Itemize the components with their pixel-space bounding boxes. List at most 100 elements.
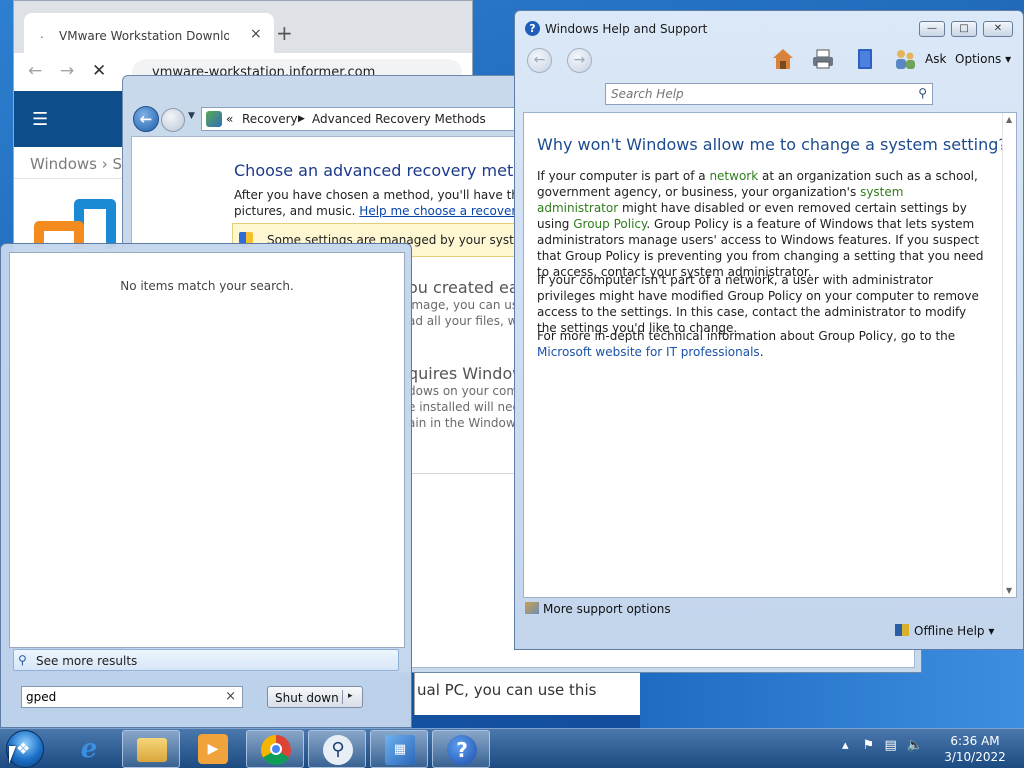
forward-arrow-icon[interactable]: →: [60, 61, 74, 81]
action-center-flag-icon[interactable]: ⚑: [863, 738, 875, 753]
minimize-button[interactable]: —: [919, 21, 945, 37]
home-icon[interactable]: [771, 47, 795, 71]
breadcrumb-overflow[interactable]: «: [226, 112, 233, 126]
shutdown-options-arrow-icon[interactable]: ▸: [348, 691, 353, 701]
tab-close-icon[interactable]: ×: [250, 26, 262, 42]
vmware-logo-icon: [34, 199, 116, 249]
hamburger-menu-icon[interactable]: ☰: [32, 109, 48, 130]
close-button[interactable]: ✕: [983, 21, 1013, 37]
internet-explorer-icon: e: [80, 734, 98, 764]
option-title-restore-image[interactable]: ou created earl: [408, 278, 530, 297]
help-window[interactable]: ? Windows Help and Support — □ ✕ ← → Ask…: [514, 10, 1024, 650]
background-window-text: ual PC, you can use this: [417, 681, 597, 699]
media-player-icon: ▶: [198, 734, 228, 764]
taskbar-help-and-support[interactable]: ?: [432, 730, 490, 768]
option-desc-line: dows on your comp: [408, 384, 526, 398]
help-back-icon[interactable]: ←: [527, 48, 552, 73]
support-icon: [525, 602, 539, 614]
show-hidden-icons-icon[interactable]: ▴: [842, 738, 849, 753]
print-icon[interactable]: [811, 47, 835, 71]
taskbar-internet-explorer[interactable]: e: [60, 730, 118, 768]
desktop: . VMware Workstation Download × + ← → ✕ …: [0, 0, 1024, 728]
taskbar-chrome[interactable]: [246, 730, 304, 768]
article-paragraph-2: If your computer isn't part of a network…: [537, 273, 979, 335]
more-support-label: More support options: [543, 602, 671, 616]
intro-text-prefix: pictures, and music.: [234, 204, 360, 218]
breadcrumb-recovery[interactable]: Recovery: [242, 112, 298, 126]
maximize-button[interactable]: □: [951, 21, 977, 37]
network-icon[interactable]: ▤: [884, 738, 896, 753]
ask-button[interactable]: Ask: [925, 52, 946, 66]
option-desc-line: e installed will need: [408, 400, 528, 414]
scroll-down-icon[interactable]: ▼: [1006, 586, 1012, 595]
help-article: Why won't Windows allow me to change a s…: [523, 112, 1017, 598]
tab-title: VMware Workstation Download: [59, 29, 229, 43]
taskbar-media-player[interactable]: ▶: [184, 730, 242, 768]
offline-help-menu[interactable]: Offline Help ▾: [895, 624, 994, 638]
article-title: Why won't Windows allow me to change a s…: [537, 135, 1007, 154]
article-text: If your computer is part of a: [537, 169, 710, 183]
see-more-results-button[interactable]: ⚲ See more results: [13, 649, 399, 671]
help-search-box[interactable]: ⚲: [605, 83, 933, 105]
group-policy-link[interactable]: Group Policy: [573, 217, 646, 231]
clock-date: 3/10/2022: [944, 750, 1006, 764]
chrome-tab-strip: . VMware Workstation Download × +: [14, 1, 472, 53]
back-arrow-icon[interactable]: ←: [28, 61, 42, 81]
taskbar-file-explorer[interactable]: [122, 730, 180, 768]
background-window-fragment: ual PC, you can use this: [414, 673, 640, 715]
taskbar-search-app[interactable]: ⚲: [308, 730, 366, 768]
no-results-message: No items match your search.: [120, 279, 294, 293]
article-text: For more in-depth technical information …: [537, 329, 956, 343]
search-results-pane: No items match your search.: [9, 252, 405, 648]
clock[interactable]: 6:36 AM 3/10/2022: [940, 733, 1010, 765]
volume-icon[interactable]: 🔈: [907, 738, 923, 753]
option-desc-line: image, you can use: [408, 298, 526, 312]
help-app-icon: ?: [525, 21, 540, 36]
start-menu: No items match your search. ⚲ See more r…: [0, 243, 412, 728]
shutdown-button[interactable]: Shut down ▸: [267, 686, 363, 708]
system-tray: ▴ ⚑ ▤ 🔈: [842, 738, 923, 753]
intro-text-line2: pictures, and music. Help me choose a re…: [234, 204, 559, 218]
clear-search-icon[interactable]: ×: [225, 689, 236, 704]
microsoft-it-pro-link[interactable]: Microsoft website for IT professionals: [537, 345, 760, 359]
back-button[interactable]: ←: [133, 106, 159, 132]
page-title: Choose an advanced recovery method: [234, 161, 544, 180]
history-dropdown-icon[interactable]: ▼: [188, 111, 195, 121]
shutdown-separator: [342, 690, 343, 704]
network-link[interactable]: network: [709, 169, 758, 183]
help-window-title: Windows Help and Support: [545, 22, 708, 36]
article-scrollbar[interactable]: ▲ ▼: [1002, 113, 1016, 597]
mouse-cursor-icon: [9, 746, 23, 764]
taskbar: ❖ e ▶ ⚲ ▦ ? ▴ ⚑ ▤ 🔈 6:36 AM 3/10/2022: [0, 728, 1024, 768]
article-paragraph-3: For more in-depth technical information …: [537, 328, 987, 360]
help-forward-icon[interactable]: →: [567, 48, 592, 73]
shutdown-label: Shut down: [275, 691, 339, 705]
start-search-input[interactable]: [26, 689, 216, 705]
folder-icon: [137, 738, 167, 762]
options-menu[interactable]: Options ▾: [955, 52, 1011, 66]
option-desc-line: ain in the Windows.: [408, 416, 526, 430]
more-support-options-link[interactable]: More support options: [525, 602, 671, 616]
taskbar-control-panel[interactable]: ▦: [370, 730, 428, 768]
search-icon: ⚲: [18, 653, 27, 667]
site-breadcrumb-text[interactable]: Windows › Sy: [30, 155, 131, 173]
control-panel-icon: ▦: [385, 735, 415, 765]
search-icon[interactable]: ⚲: [918, 86, 927, 100]
magnifier-icon: ⚲: [323, 735, 353, 765]
stop-loading-icon[interactable]: ✕: [92, 61, 106, 81]
scroll-up-icon[interactable]: ▲: [1006, 115, 1012, 124]
offline-help-icon: [895, 624, 909, 636]
chrome-tab[interactable]: . VMware Workstation Download ×: [24, 13, 274, 53]
help-search-input[interactable]: [611, 86, 901, 102]
breadcrumb-separator-icon: ▶: [298, 114, 305, 124]
forward-button[interactable]: [161, 108, 185, 132]
ask-icon[interactable]: [893, 47, 917, 71]
start-search-field[interactable]: ×: [21, 686, 243, 708]
breadcrumb-advanced-recovery[interactable]: Advanced Recovery Methods: [312, 112, 486, 126]
browse-help-icon[interactable]: [853, 47, 877, 71]
option-title-reinstall[interactable]: quires Window: [408, 364, 525, 383]
new-tab-button[interactable]: +: [276, 23, 293, 43]
control-panel-icon: [206, 111, 222, 127]
help-icon: ?: [447, 735, 477, 765]
clock-time: 6:36 AM: [950, 734, 1000, 748]
